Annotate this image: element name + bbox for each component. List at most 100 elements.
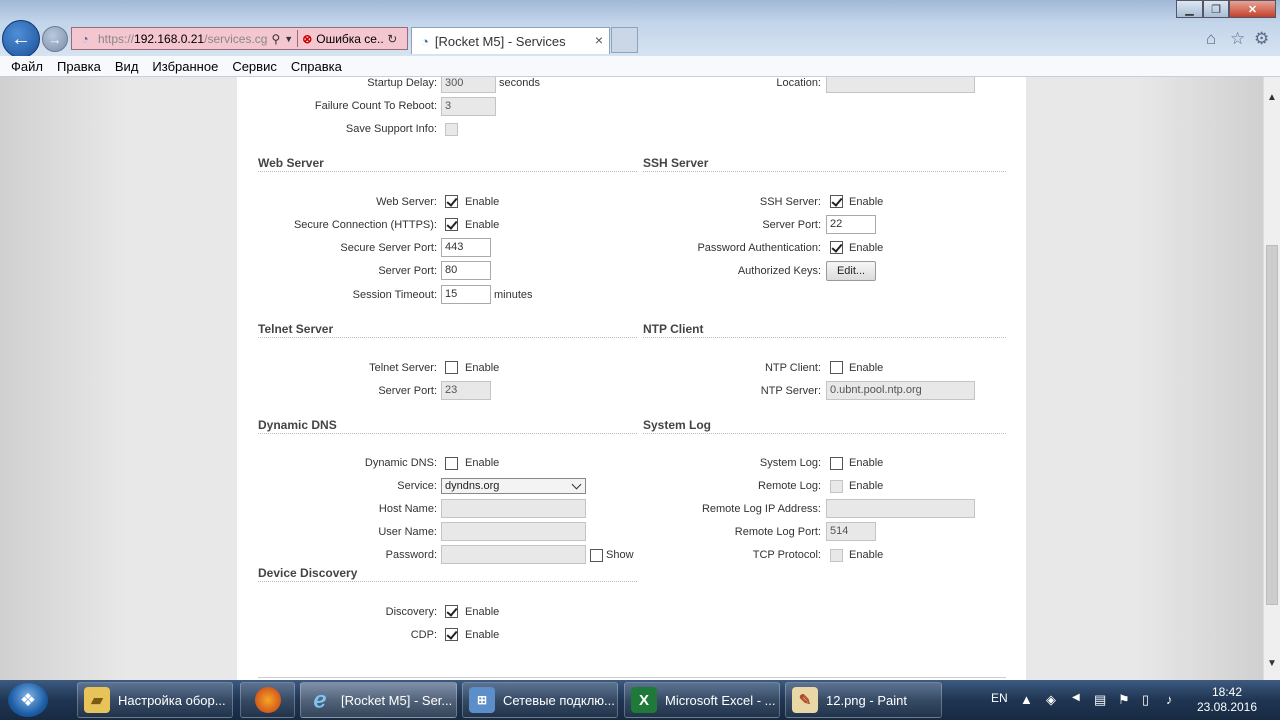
user-name-input[interactable] (441, 522, 586, 541)
secure-port-input[interactable]: 443 (441, 238, 491, 257)
scrollbar-thumb[interactable] (1266, 245, 1278, 605)
show-password-checkbox[interactable] (590, 549, 603, 562)
session-timeout-input[interactable]: 15 (441, 285, 491, 304)
taskbar-item-ie[interactable]: ℯ [Rocket M5] - Ser... (300, 682, 457, 718)
taskbar-item-label: 12.png - Paint (826, 692, 907, 708)
ntp-server-input[interactable]: 0.ubnt.pool.ntp.org (826, 381, 975, 400)
save-support-label: Save Support Info: (345, 123, 437, 135)
new-tab-button[interactable] (611, 27, 638, 53)
cdp-checkbox[interactable] (445, 628, 458, 641)
web-server-label: Web Server: (376, 196, 437, 208)
edit-keys-button[interactable]: Edit... (826, 261, 876, 281)
scroll-down-arrow-icon[interactable]: ▼ (1264, 655, 1280, 672)
ntp-server-label: NTP Server: (760, 385, 821, 397)
discovery-checkbox[interactable] (445, 605, 458, 618)
failure-count-input[interactable]: 3 (441, 97, 496, 116)
ntp-checkbox[interactable] (830, 361, 843, 374)
error-tab-label[interactable]: Ошибка се... (316, 32, 384, 46)
remote-port-input[interactable]: 514 (826, 522, 876, 541)
https-checkbox[interactable] (445, 218, 458, 231)
web-server-checkbox[interactable] (445, 195, 458, 208)
failure-count-label: Failure Count To Reboot: (314, 100, 437, 112)
vertical-scrollbar[interactable]: ▲ ▼ (1263, 77, 1280, 680)
save-support-checkbox[interactable] (445, 123, 458, 136)
tray-volume-icon[interactable]: ♪ (1166, 692, 1173, 707)
taskbar-item-paint[interactable]: ✎ 12.png - Paint (785, 682, 942, 718)
tray-battery-icon[interactable]: ▯ (1142, 692, 1149, 708)
system-log-title: System Log (643, 418, 712, 432)
refresh-icon[interactable]: ↻ (387, 32, 397, 46)
menu-favorites[interactable]: Избранное (152, 59, 218, 74)
web-port-input[interactable]: 80 (441, 261, 491, 280)
menu-tools[interactable]: Сервис (232, 59, 277, 74)
menu-view[interactable]: Вид (115, 59, 139, 74)
system-clock[interactable]: 18:42 23.08.2016 (1188, 685, 1266, 715)
close-tab-icon[interactable]: × (595, 32, 603, 48)
arrow-right-icon: → (48, 31, 62, 47)
ssh-port-label: Server Port: (762, 219, 821, 231)
remote-port-label: Remote Log Port: (734, 526, 821, 538)
minimize-button[interactable]: ▁ (1176, 0, 1203, 18)
start-button[interactable]: ❖ (8, 683, 48, 717)
menu-file[interactable]: Файл (11, 59, 43, 74)
remote-log-label: Remote Log: (758, 480, 821, 492)
ddns-checkbox[interactable] (445, 457, 458, 470)
password-auth-checkbox[interactable] (830, 241, 843, 254)
telnet-checkbox[interactable] (445, 361, 458, 374)
menu-edit[interactable]: Правка (57, 59, 101, 74)
syslog-checkbox[interactable] (830, 457, 843, 470)
taskbar-item-label: [Rocket M5] - Ser... (341, 692, 453, 708)
menu-help[interactable]: Справка (291, 59, 342, 74)
ddns-service-select[interactable]: dyndns.org (441, 478, 586, 494)
telnet-label: Telnet Server: (369, 362, 437, 374)
ddns-password-label: Password: (385, 549, 437, 561)
tray-network-icon[interactable]: ▤ (1094, 692, 1106, 708)
host-name-input[interactable] (441, 499, 586, 518)
discovery-enable: Enable (465, 606, 500, 618)
dropdown-arrow-icon[interactable]: ▼ (284, 34, 293, 44)
settings-gear-icon[interactable]: ⚙ (1254, 29, 1269, 49)
excel-icon: X (631, 687, 657, 713)
tcp-protocol-checkbox[interactable] (830, 549, 843, 562)
taskbar-item-network[interactable]: ⊞ Сетевые подклю... (462, 682, 618, 718)
scroll-up-arrow-icon[interactable]: ▲ (1264, 89, 1280, 106)
taskbar-item-excel[interactable]: X Microsoft Excel - ... (624, 682, 780, 718)
taskbar-item-firefox[interactable] (240, 682, 295, 718)
tray-security-icon[interactable]: ◈ (1046, 692, 1056, 708)
address-url[interactable]: https://192.168.0.21/services.cg (98, 32, 267, 46)
forward-button[interactable]: → (42, 26, 68, 52)
maximize-button[interactable]: ❐ (1203, 0, 1229, 18)
remote-log-checkbox[interactable] (830, 480, 843, 493)
discovery-label: Discovery: (385, 606, 437, 618)
tray-expand-icon[interactable]: ◀ (1072, 692, 1080, 703)
session-timeout-label: Session Timeout: (352, 289, 437, 301)
error-icon: ⊗ (302, 31, 313, 46)
syslog-enable: Enable (849, 457, 884, 469)
address-bar[interactable]: ◔ https://192.168.0.21/services.cg ⚲ ▼ ⊗… (71, 27, 408, 50)
tab-rocket-services[interactable]: ◔ [Rocket M5] - Services × (411, 27, 610, 54)
close-window-button[interactable]: ✕ (1229, 0, 1276, 18)
tray-app-icon[interactable]: ▲ (1020, 692, 1033, 707)
remote-ip-input[interactable] (826, 499, 975, 518)
ddns-password-input[interactable] (441, 545, 586, 564)
startup-delay-input[interactable]: 300 (441, 77, 496, 93)
system-log-divider (643, 433, 1006, 434)
user-name-label: User Name: (378, 526, 437, 538)
home-icon[interactable]: ⌂ (1206, 29, 1216, 49)
tray-flag-icon[interactable]: ⚑ (1118, 692, 1130, 708)
telnet-port-input[interactable]: 23 (441, 381, 491, 400)
location-input[interactable] (826, 77, 975, 93)
ssh-port-input[interactable]: 22 (826, 215, 876, 234)
ssh-checkbox[interactable] (830, 195, 843, 208)
ssh-enable: Enable (849, 196, 884, 208)
device-discovery-title: Device Discovery (258, 566, 358, 580)
telnet-server-title: Telnet Server (258, 322, 334, 336)
back-button[interactable]: ← (2, 20, 40, 58)
tab-label: [Rocket M5] - Services (434, 33, 566, 49)
favorites-star-icon[interactable]: ☆ (1230, 29, 1245, 49)
remote-log-enable: Enable (849, 480, 884, 492)
taskbar-item-explorer[interactable]: ▰ Настройка обор... (77, 682, 233, 718)
network-icon: ⊞ (469, 687, 495, 713)
language-indicator[interactable]: EN (991, 691, 1008, 705)
search-icon[interactable]: ⚲ (271, 32, 280, 46)
